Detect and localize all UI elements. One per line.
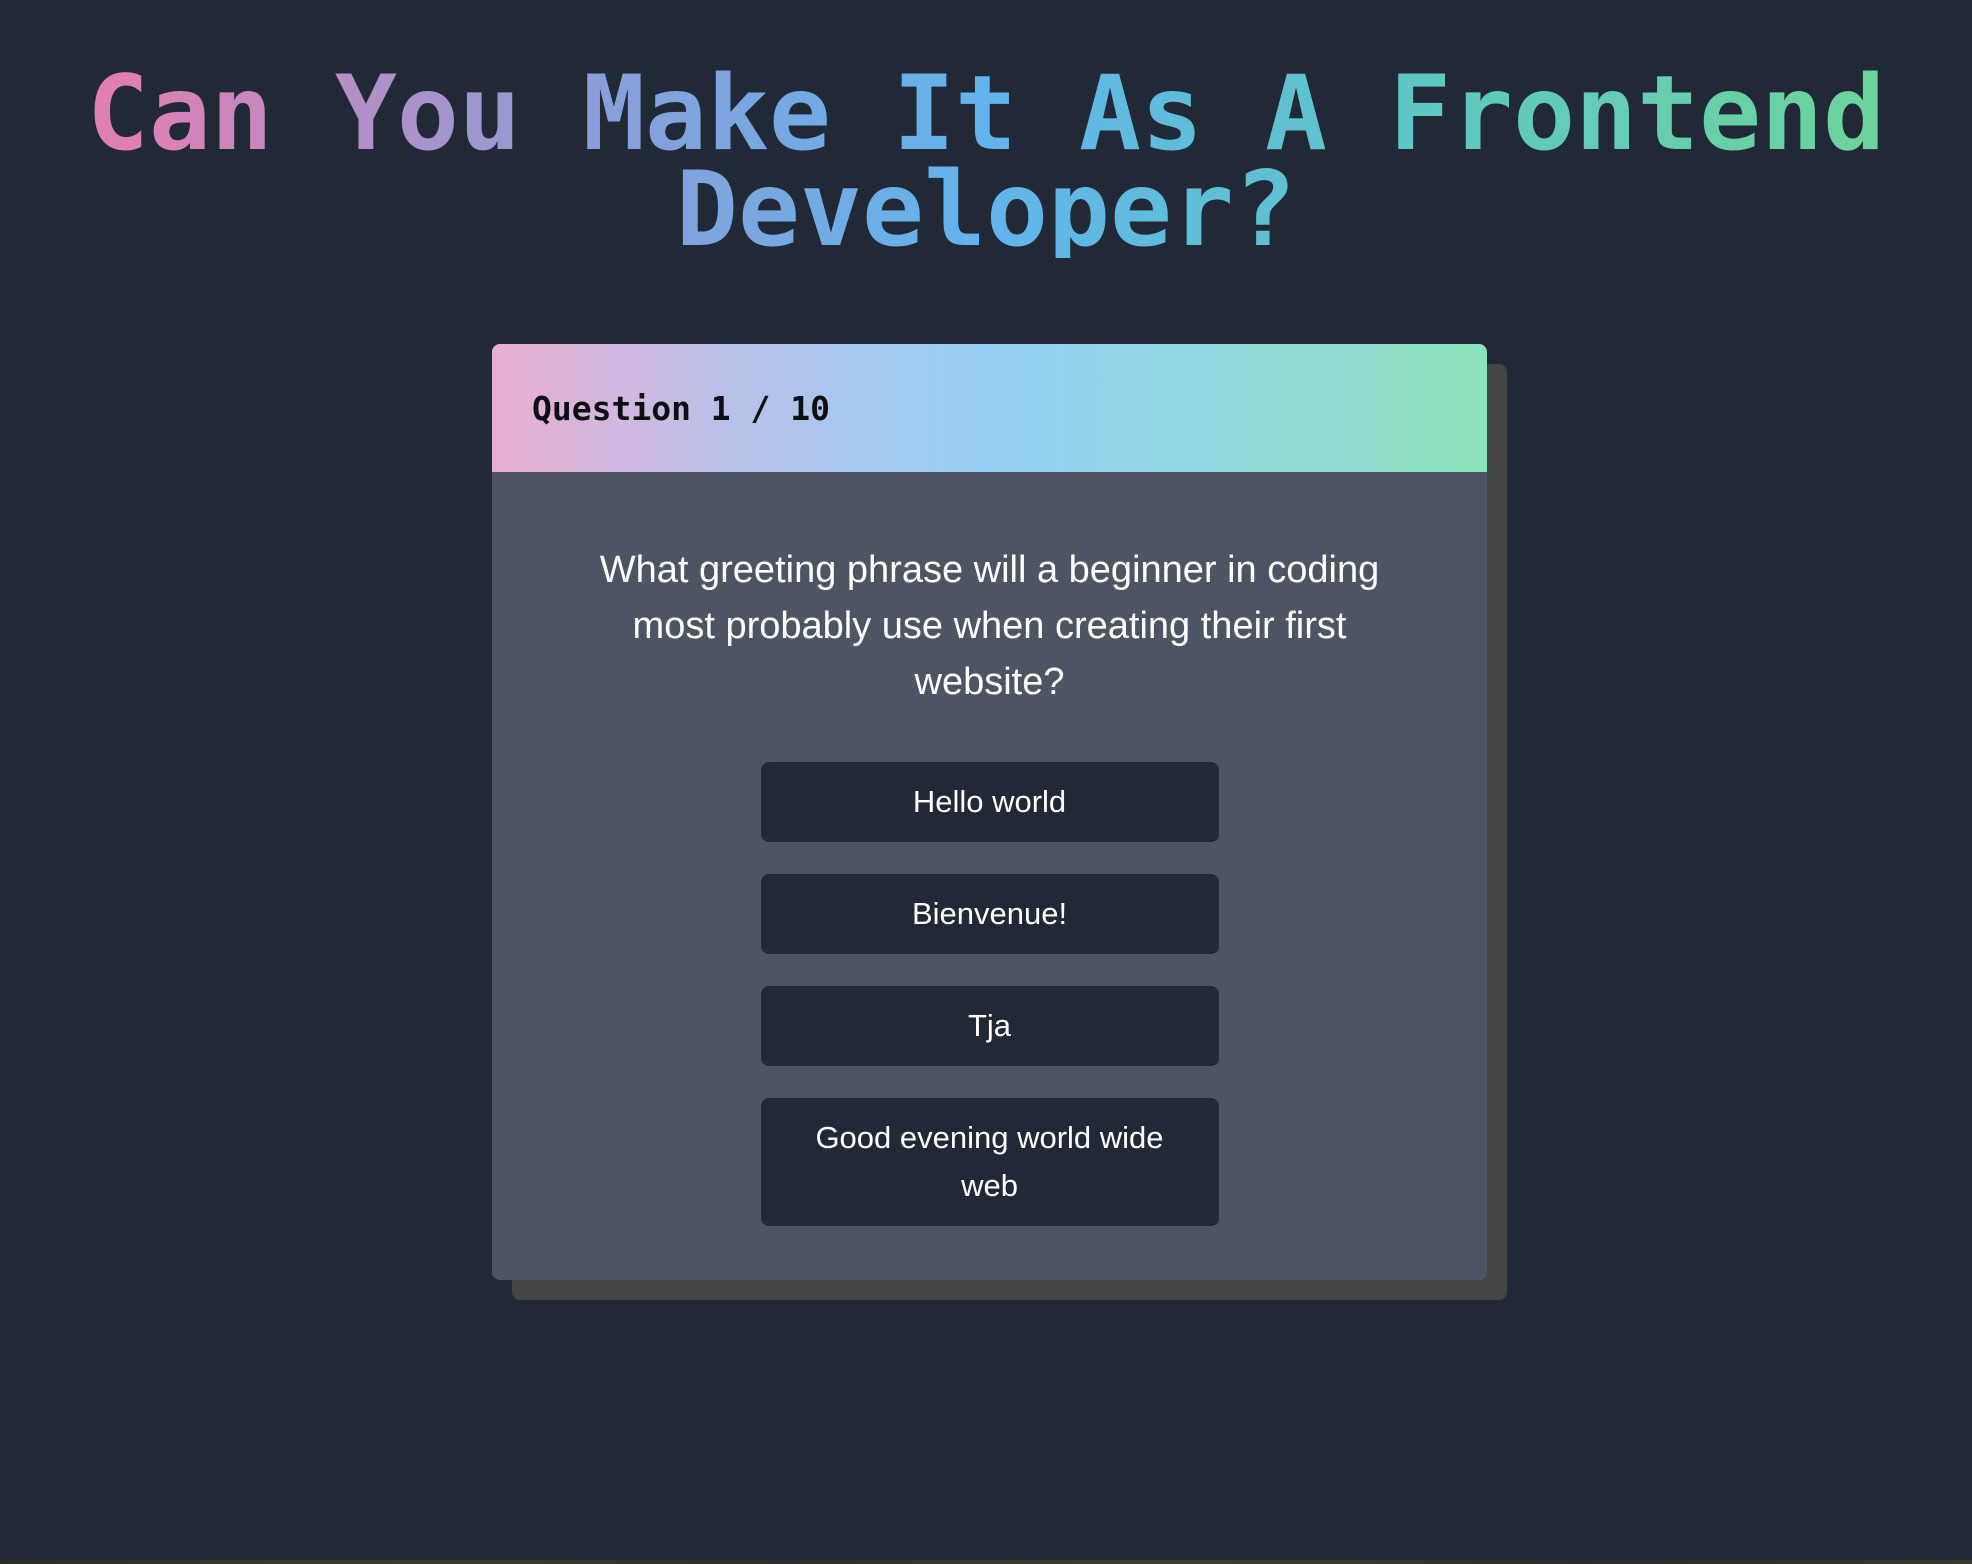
answer-button-hello-world[interactable]: Hello world [760,762,1219,842]
bottom-edge-strip [0,1560,1972,1564]
question-counter: Question 1 / 10 [532,388,831,428]
answer-list: Hello world Bienvenue! Tja Good evening … [492,762,1487,1258]
quiz-card: Question 1 / 10 What greeting phrase wil… [492,344,1487,1280]
question-text: What greeting phrase will a beginner in … [599,549,1380,703]
answer-button-tja[interactable]: Tja [760,986,1219,1066]
answer-button-bienvenue[interactable]: Bienvenue! [760,874,1219,954]
quiz-card-header: Question 1 / 10 [492,344,1487,472]
page-title: Can You Make It As A Frontend Developer? [0,63,1972,262]
answer-button-good-evening[interactable]: Good evening world wide web [760,1098,1219,1226]
